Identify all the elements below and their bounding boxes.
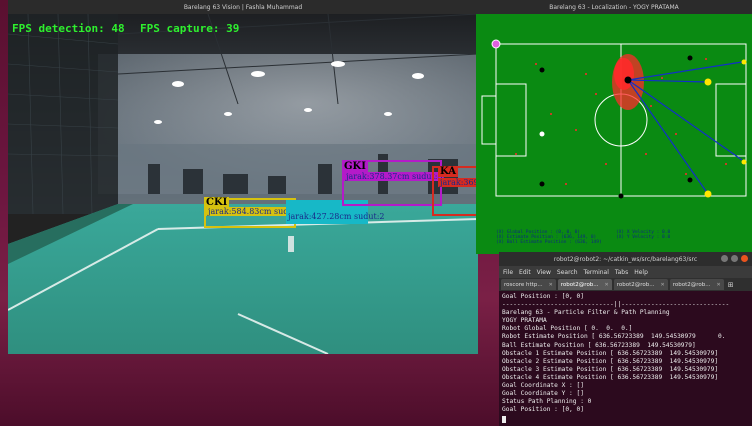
terminal-line: Goal Coordinate X : [] <box>502 382 584 390</box>
terminal-cursor <box>502 415 506 423</box>
tab-robot2-3[interactable]: robot2@rob... ✕ <box>669 279 724 290</box>
terminal-line: Robot Estimate Position [ 636.56723389 1… <box>502 333 752 341</box>
tab-roscore[interactable]: roscore http... ✕ <box>501 279 556 290</box>
camera-view: FPS detection: 48 FPS capture: 39 CKI ja… <box>8 14 478 354</box>
terminal-line: Obstacle 3 Estimate Position [ 636.56723… <box>502 365 719 373</box>
tab-label: robot2@rob... <box>616 281 655 288</box>
fps-detection: FPS detection: 48 <box>12 22 125 35</box>
window-controls <box>721 255 748 262</box>
field-map <box>476 14 752 254</box>
detection-tag-gki: GKI <box>342 161 368 172</box>
terminal-line: Obstacle 1 Estimate Position [ 636.56723… <box>502 349 719 357</box>
menu-file[interactable]: File <box>503 269 513 276</box>
detection-text-cyan: jarak:427.28cm sudut:2 <box>288 212 385 221</box>
localization-info-left: (X) Global Position : (0, 0, 0) (X) Esti… <box>496 230 602 245</box>
tab-label: roscore http... <box>504 281 543 288</box>
close-tab-icon[interactable]: ✕ <box>549 282 553 288</box>
detection-text-gki: jarak:378.37cm sudut:358 <box>344 172 444 181</box>
close-tab-icon[interactable]: ✕ <box>605 282 609 288</box>
terminal-line: Robot Global Position [ 0. 0. 0.] <box>502 325 633 333</box>
fps-capture: FPS capture: 39 <box>140 22 240 35</box>
tab-label: robot2@rob... <box>672 281 711 288</box>
terminal-line: Goal Position : [0, 0] <box>502 406 584 414</box>
tab-robot2-active[interactable]: robot2@rob... ✕ <box>557 279 612 290</box>
menu-help[interactable]: Help <box>634 269 648 276</box>
vision-window[interactable]: Barelang 63 Vision | Fashla Muhammad FPS… <box>8 0 478 354</box>
tab-robot2-2[interactable]: robot2@rob... ✕ <box>613 279 668 290</box>
localization-titlebar[interactable]: Barelang 63 - Localization - YOGY PRATAM… <box>476 0 752 14</box>
tab-label: robot2@rob... <box>560 281 599 288</box>
terminal-line: Barelang 63 - Particle Filter & Path Pla… <box>502 309 670 317</box>
loc-info-ball: (X) Ball Estimate Position : (636, 149) <box>496 240 602 245</box>
loc-info-vy: (X) Y Velocity : 0.0 <box>616 235 671 240</box>
terminal-line: Goal Coordinate Y : [] <box>502 390 584 398</box>
maximize-icon[interactable] <box>731 255 738 262</box>
localization-window[interactable]: Barelang 63 - Localization - YOGY PRATAM… <box>476 0 752 254</box>
terminal-window[interactable]: robot2@robot2: ~/catkin_ws/src/barelang6… <box>499 252 752 426</box>
localization-info-right: (X) X Velocity : 0.0 (X) Y Velocity : 0.… <box>616 230 670 240</box>
terminal-line: Ball Estimate Position [ 636.56723389 14… <box>502 341 696 349</box>
localization-field: (X) Global Position : (0, 0, 0) (X) Esti… <box>476 14 752 254</box>
terminal-menubar: File Edit View Search Terminal Tabs Help <box>499 266 752 278</box>
terminal-title: robot2@robot2: ~/catkin_ws/src/barelang6… <box>553 255 698 263</box>
menu-terminal[interactable]: Terminal <box>584 269 609 276</box>
minimize-icon[interactable] <box>721 255 728 262</box>
terminal-line: YOGY PRATAMA <box>502 317 547 325</box>
terminal-output[interactable]: Goal Position : [0, 0] ------------------… <box>499 291 752 426</box>
terminal-tabs: roscore http... ✕ robot2@rob... ✕ robot2@r… <box>499 278 752 291</box>
menu-search[interactable]: Search <box>557 269 578 276</box>
detection-tag-ka: KA <box>438 166 459 177</box>
menu-edit[interactable]: Edit <box>519 269 531 276</box>
menu-tabs[interactable]: Tabs <box>615 269 628 276</box>
vision-title: Barelang 63 Vision | Fashla Muhammad <box>183 3 303 11</box>
close-tab-icon[interactable]: ✕ <box>661 282 665 288</box>
localization-title: Barelang 63 - Localization - YOGY PRATAM… <box>549 3 679 11</box>
new-tab-icon[interactable]: ⊞ <box>728 281 734 289</box>
close-icon[interactable] <box>741 255 748 262</box>
terminal-line: ------------------------------||--------… <box>502 301 730 309</box>
terminal-titlebar[interactable]: robot2@robot2: ~/catkin_ws/src/barelang6… <box>499 252 752 266</box>
menu-view[interactable]: View <box>537 269 551 276</box>
terminal-line: Goal Position : [0, 0] <box>502 293 584 300</box>
detection-text-ka: jarak:369.4 <box>438 178 478 187</box>
close-tab-icon[interactable]: ✕ <box>716 282 720 288</box>
terminal-line: Obstacle 4 Estimate Position [ 636.56723… <box>502 373 719 381</box>
terminal-line: Status Path Planning : 0 <box>502 398 592 406</box>
terminal-line: Obstacle 2 Estimate Position [ 636.56723… <box>502 357 719 365</box>
vision-titlebar[interactable]: Barelang 63 Vision | Fashla Muhammad <box>8 0 478 14</box>
